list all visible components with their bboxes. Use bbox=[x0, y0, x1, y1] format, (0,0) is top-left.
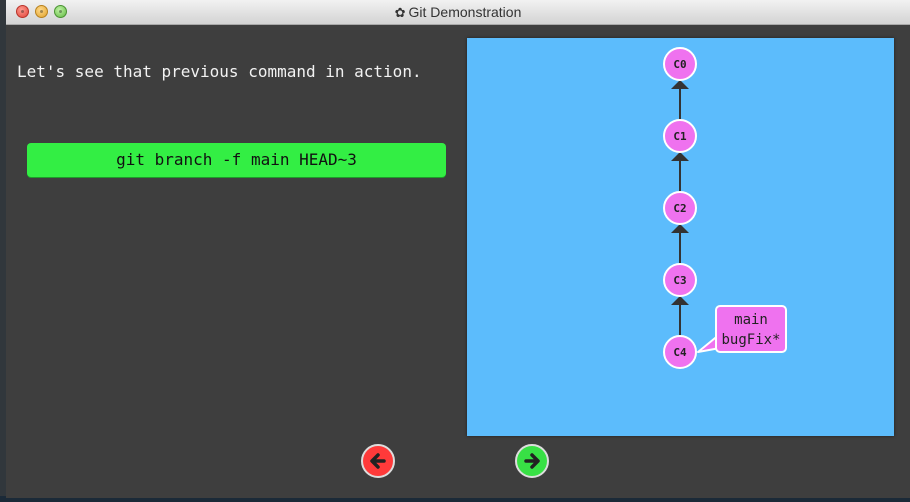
commit-label-c3: C3 bbox=[673, 274, 686, 287]
commit-label-c2: C2 bbox=[673, 202, 686, 215]
window-title-text: Git Demonstration bbox=[408, 4, 522, 20]
git-graph-canvas: C0 C1 C2 C3 C4 main bugFix* bbox=[467, 38, 894, 436]
commit-label-c0: C0 bbox=[673, 58, 686, 71]
instruction-text: Let's see that previous command in actio… bbox=[17, 62, 422, 81]
commit-label-c1: C1 bbox=[673, 130, 687, 143]
edge-arrowhead bbox=[671, 296, 689, 305]
branch-name-1: bugFix* bbox=[721, 332, 780, 348]
edge-arrowhead bbox=[671, 224, 689, 233]
prev-button[interactable] bbox=[361, 444, 395, 478]
command-button[interactable]: git branch -f main HEAD~3 bbox=[27, 143, 446, 177]
commit-label-c4: C4 bbox=[673, 346, 687, 359]
edge-arrowhead bbox=[671, 80, 689, 89]
window-title: ✿ Git Demonstration bbox=[6, 0, 910, 24]
gear-icon: ✿ bbox=[394, 5, 406, 20]
edge-arrowhead bbox=[671, 152, 689, 161]
title-bar: ✿ Git Demonstration bbox=[6, 0, 910, 25]
arrow-right-icon bbox=[524, 453, 540, 469]
next-button[interactable] bbox=[515, 444, 549, 478]
arrow-left-icon bbox=[370, 453, 386, 469]
branch-name-0: main bbox=[734, 312, 768, 328]
git-graph: C0 C1 C2 C3 C4 main bugFix* bbox=[663, 47, 787, 369]
app-window: ✿ Git Demonstration Let's see that previo… bbox=[6, 0, 910, 498]
